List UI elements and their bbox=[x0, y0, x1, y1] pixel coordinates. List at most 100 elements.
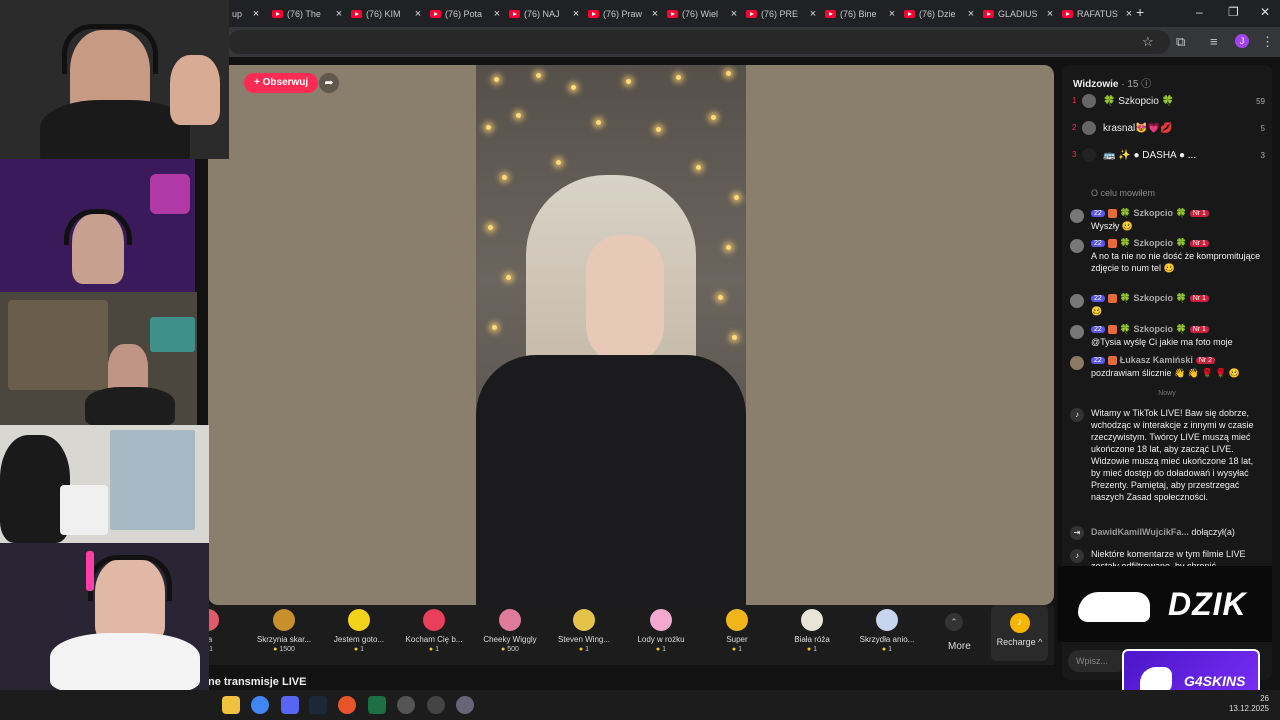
gift-item[interactable]: Jestem goto... 1 bbox=[323, 609, 395, 653]
app-icon[interactable] bbox=[338, 696, 356, 714]
heart-face-icon bbox=[423, 609, 445, 631]
excel-icon[interactable] bbox=[368, 696, 386, 714]
close-icon[interactable]: × bbox=[1044, 8, 1056, 20]
tab-label: (76) Praw bbox=[603, 9, 643, 19]
close-icon[interactable]: × bbox=[333, 8, 345, 20]
gift-item[interactable]: Cheeky Wiggly 500 bbox=[474, 609, 546, 653]
joined-username[interactable]: DawidKamilWujcikFa... bbox=[1091, 527, 1189, 537]
chat-username[interactable]: Łukasz Kamiński bbox=[1120, 355, 1193, 365]
avatar bbox=[1082, 121, 1096, 135]
browser-tab[interactable]: (76) Praw × bbox=[582, 4, 661, 24]
viewer-row[interactable]: 1 🍀 Szkopcio 🍀 59 bbox=[1070, 94, 1265, 110]
gift-item[interactable]: Kocham Cię b... 1 bbox=[398, 609, 470, 653]
settings-icon[interactable] bbox=[427, 696, 445, 714]
discord-icon[interactable] bbox=[281, 696, 299, 714]
close-icon[interactable]: × bbox=[250, 8, 262, 20]
minimize-icon[interactable]: – bbox=[1196, 5, 1203, 19]
follow-button[interactable]: + Obserwuj bbox=[244, 73, 319, 93]
chat-username[interactable]: 🍀 Szkopcio 🍀 bbox=[1120, 238, 1187, 249]
browser-tab[interactable]: (76) Dzie × bbox=[898, 4, 977, 24]
chat-username[interactable]: 🍀 Szkopcio 🍀 bbox=[1120, 293, 1187, 304]
viewer-rank: 2 bbox=[1072, 123, 1077, 132]
info-icon[interactable]: ⓘ bbox=[1141, 79, 1151, 90]
youtube-icon bbox=[588, 10, 599, 18]
youtube-icon bbox=[351, 10, 362, 18]
steam-icon[interactable] bbox=[309, 696, 327, 714]
viewers-header: Widzowie · 15 ⓘ bbox=[1073, 75, 1151, 90]
gift-item[interactable]: Steven Wing... 1 bbox=[548, 609, 620, 653]
close-window-icon[interactable]: ✕ bbox=[1260, 5, 1270, 19]
viewer-score: 5 bbox=[1260, 124, 1265, 133]
close-icon[interactable]: × bbox=[649, 8, 661, 20]
viewers-title: Widzowie bbox=[1073, 79, 1119, 90]
os-taskbar bbox=[0, 690, 1280, 720]
recharge-button[interactable]: ♪ Recharge ^ bbox=[991, 605, 1048, 661]
bookmark-star-icon[interactable]: ☆ bbox=[1142, 34, 1154, 50]
browser-tab[interactable]: (76) The × bbox=[266, 4, 345, 24]
close-icon[interactable]: × bbox=[728, 8, 740, 20]
gift-item[interactable]: Skrzydła anio... 1 bbox=[851, 609, 923, 653]
rank-badge: Nr 1 bbox=[1189, 240, 1209, 247]
treasure-chest-icon bbox=[273, 609, 295, 631]
join-icon: ⇥ bbox=[1070, 526, 1084, 540]
avatar[interactable] bbox=[1070, 325, 1084, 339]
avatar[interactable] bbox=[1070, 209, 1084, 223]
browser-tab[interactable]: (76) NAJ × bbox=[503, 4, 582, 24]
avatar[interactable] bbox=[1070, 239, 1084, 253]
chrome-icon[interactable] bbox=[251, 696, 269, 714]
close-icon[interactable]: × bbox=[570, 8, 582, 20]
browser-tab[interactable]: (76) KIM × bbox=[345, 4, 424, 24]
chevron-up-icon[interactable]: ⌃ bbox=[945, 613, 963, 631]
chat-username[interactable]: 🍀 Szkopcio 🍀 bbox=[1120, 324, 1187, 335]
g4skins-label: G4SKINS bbox=[1184, 673, 1246, 689]
gift-cost: 1 bbox=[701, 646, 773, 653]
welcome-message: Witamy w TikTok LIVE! Baw się dobrze, wc… bbox=[1091, 408, 1254, 502]
share-icon[interactable]: ➦ bbox=[319, 73, 339, 93]
avatar[interactable] bbox=[1070, 356, 1084, 370]
live-video[interactable] bbox=[208, 65, 1054, 605]
chat-username[interactable]: 🍀 Szkopcio 🍀 bbox=[1120, 208, 1187, 219]
tab-label: (76) Pota bbox=[445, 9, 483, 19]
taskbar-clock[interactable]: 26 13.12.2025 bbox=[1225, 694, 1269, 714]
browser-tab[interactable]: (76) Bine × bbox=[819, 4, 898, 24]
shirt-shape bbox=[50, 633, 200, 690]
close-icon[interactable]: × bbox=[965, 8, 977, 20]
close-icon[interactable]: × bbox=[491, 8, 503, 20]
gift-item[interactable]: Biała róża 1 bbox=[776, 609, 848, 653]
browser-tab[interactable]: RAFATUS × bbox=[1056, 4, 1135, 24]
new-tab-icon[interactable]: + bbox=[1136, 4, 1144, 20]
gear-icon[interactable] bbox=[456, 696, 474, 714]
gift-item[interactable]: Lody w rożku 1 bbox=[625, 609, 697, 653]
menu-dots-icon[interactable]: ⋮ bbox=[1261, 34, 1274, 50]
viewer-row[interactable]: 2 krasnal😻💗💋 5 bbox=[1070, 121, 1265, 137]
browser-tab[interactable]: (76) Pota × bbox=[424, 4, 503, 24]
address-bar[interactable] bbox=[228, 30, 1170, 54]
rank-badge: Nr 1 bbox=[1189, 326, 1209, 333]
close-icon[interactable]: × bbox=[886, 8, 898, 20]
chat-input[interactable]: Wpisz... bbox=[1068, 650, 1128, 672]
fan-badge-icon bbox=[1107, 294, 1117, 303]
gift-item[interactable]: Skrzynia skar... 1500 bbox=[248, 609, 320, 653]
browser-tab[interactable]: (76) PRE × bbox=[740, 4, 819, 24]
gift-item[interactable]: Super 1 bbox=[701, 609, 773, 653]
restore-icon[interactable]: ❐ bbox=[1228, 5, 1239, 19]
viewer-row[interactable]: 3 🚌 ✨ ● DASHA ● ... 3 bbox=[1070, 148, 1265, 164]
extensions-icon[interactable]: ⧉ bbox=[1176, 34, 1185, 50]
angel-wings-icon bbox=[876, 609, 898, 631]
tab-label: (76) Wiel bbox=[682, 9, 719, 19]
more-gifts-button[interactable]: More bbox=[948, 641, 971, 652]
avatar[interactable] bbox=[1070, 294, 1084, 308]
chat-text: @Tysia wyślę Ci jakie ma foto moje bbox=[1091, 337, 1233, 347]
media-control-icon[interactable]: ≡ bbox=[1210, 34, 1218, 49]
browser-tab[interactable]: GLADIUS × bbox=[977, 4, 1056, 24]
profile-avatar[interactable]: J bbox=[1235, 34, 1249, 48]
gift-cost: 1 bbox=[776, 646, 848, 653]
file-explorer-icon[interactable] bbox=[222, 696, 240, 714]
close-icon[interactable]: × bbox=[412, 8, 424, 20]
obs-icon[interactable] bbox=[397, 696, 415, 714]
browser-tab[interactable]: up × bbox=[226, 4, 262, 24]
browser-tab[interactable]: (76) Wiel × bbox=[661, 4, 740, 24]
close-icon[interactable]: × bbox=[807, 8, 819, 20]
close-icon[interactable]: × bbox=[1123, 8, 1135, 20]
gift-name: Jestem goto... bbox=[333, 635, 385, 644]
